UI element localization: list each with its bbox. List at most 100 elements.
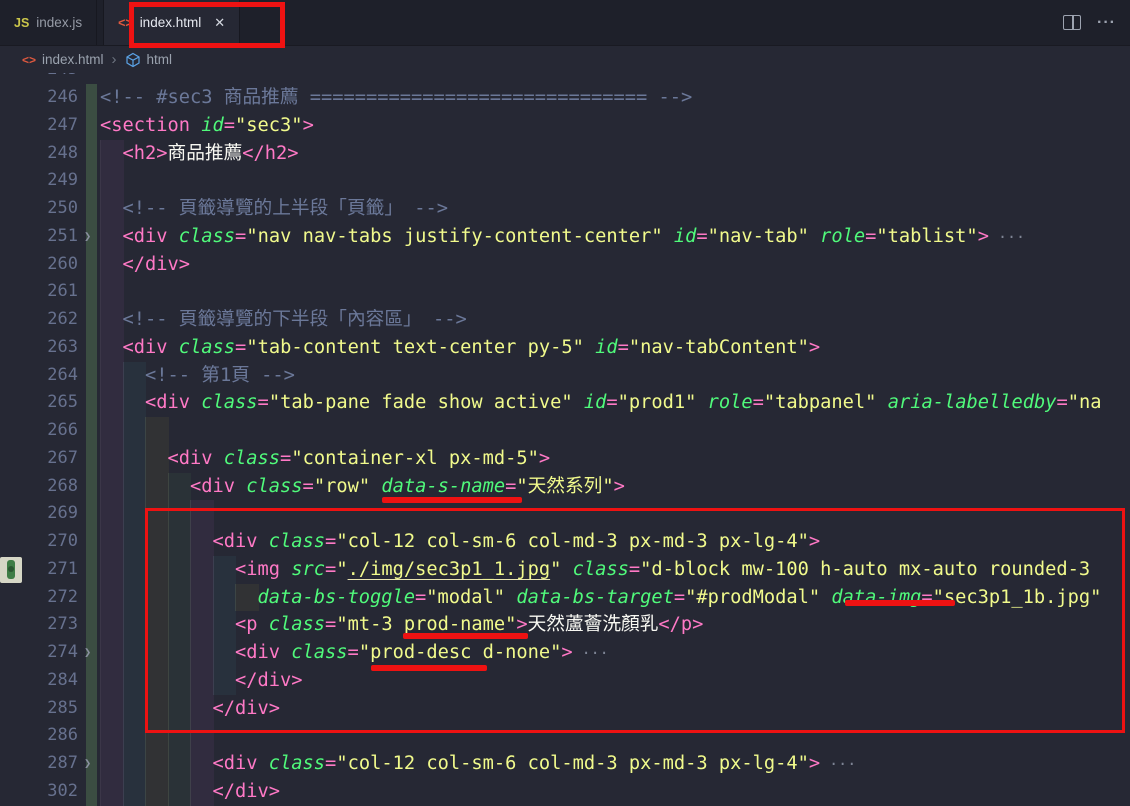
indent-guide xyxy=(100,584,124,612)
line-number[interactable]: 251 xyxy=(47,223,78,251)
line-number[interactable]: 265 xyxy=(47,389,78,417)
code-line[interactable]: 245 xyxy=(0,73,1130,84)
line-number[interactable]: 250 xyxy=(47,195,78,223)
code-line[interactable]: 284 </div> xyxy=(0,667,1130,695)
code-line[interactable]: 247<section id="sec3"> xyxy=(0,112,1130,140)
tab-index-html[interactable]: <> index.html ✕ xyxy=(103,0,240,45)
line-number[interactable]: 273 xyxy=(47,611,78,639)
code-line[interactable]: 262 <!-- 頁籤導覽的下半段「內容區」 --> xyxy=(0,306,1130,334)
line-number[interactable]: 263 xyxy=(47,334,78,362)
indent-guide xyxy=(168,556,192,584)
line-number[interactable]: 286 xyxy=(47,722,78,750)
editor-gutter[interactable]: 263 xyxy=(0,334,100,362)
indent-guide xyxy=(100,223,124,251)
code-editor[interactable]: 245246<!-- #sec3 商品推薦 ==================… xyxy=(0,73,1130,806)
editor-gutter[interactable]: 270 xyxy=(0,528,100,556)
indent-guide xyxy=(145,722,169,750)
code-line[interactable]: 268 <div class="row" data-s-name="天然系列"> xyxy=(0,473,1130,501)
editor-gutter[interactable]: 262 xyxy=(0,306,100,334)
code-line[interactable]: 267 <div class="container-xl px-md-5"> xyxy=(0,445,1130,473)
code-line[interactable]: 285 </div> xyxy=(0,695,1130,723)
indent-guide xyxy=(168,667,192,695)
editor-gutter[interactable]: 250 xyxy=(0,195,100,223)
editor-gutter[interactable]: 284 xyxy=(0,667,100,695)
code-line[interactable]: 250 <!-- 頁籤導覽的上半段「頁籤」 --> xyxy=(0,195,1130,223)
editor-gutter[interactable]: 267 xyxy=(0,445,100,473)
editor-gutter[interactable]: 264 xyxy=(0,362,100,390)
code-line[interactable]: 302 </div> xyxy=(0,778,1130,806)
code-line[interactable]: 264 <!-- 第1頁 --> xyxy=(0,362,1130,390)
line-number[interactable]: 284 xyxy=(47,667,78,695)
editor-gutter[interactable]: 249 xyxy=(0,167,100,195)
line-number[interactable]: 266 xyxy=(47,417,78,445)
editor-gutter[interactable]: 268 xyxy=(0,473,100,501)
code-text: <p class="mt-3 prod-name">天然蘆薈洗顏乳</p> xyxy=(100,611,703,639)
editor-gutter[interactable]: 272 xyxy=(0,584,100,612)
editor-gutter[interactable]: 260 xyxy=(0,251,100,279)
line-number[interactable]: 260 xyxy=(47,251,78,279)
code-line[interactable]: 271 <img src="./img/sec3p1_1.jpg" class=… xyxy=(0,556,1130,584)
editor-gutter[interactable]: 247 xyxy=(0,112,100,140)
code-line[interactable]: 266 xyxy=(0,417,1130,445)
code-line[interactable]: 261 xyxy=(0,278,1130,306)
close-icon[interactable]: ✕ xyxy=(214,15,225,31)
line-number[interactable]: 248 xyxy=(47,140,78,168)
line-number[interactable]: 262 xyxy=(47,306,78,334)
line-number[interactable]: 302 xyxy=(47,778,78,806)
line-number[interactable]: 245 xyxy=(47,73,78,84)
line-number[interactable]: 271 xyxy=(47,556,78,584)
breadcrumb-item-symbol[interactable]: html xyxy=(147,52,173,67)
line-number[interactable]: 249 xyxy=(47,167,78,195)
line-number[interactable]: 269 xyxy=(47,500,78,528)
code-line[interactable]: 251❯ <div class="nav nav-tabs justify-co… xyxy=(0,223,1130,251)
editor-gutter[interactable]: 245 xyxy=(0,73,100,84)
editor-gutter[interactable]: 285 xyxy=(0,695,100,723)
code-line[interactable]: 287❯ <div class="col-12 col-sm-6 col-md-… xyxy=(0,750,1130,778)
breadcrumb-item-file[interactable]: index.html xyxy=(42,52,104,67)
editor-gutter[interactable]: 302 xyxy=(0,778,100,806)
code-line[interactable]: 263 <div class="tab-content text-center … xyxy=(0,334,1130,362)
editor-gutter[interactable]: 273 xyxy=(0,611,100,639)
editor-gutter[interactable]: 251❯ xyxy=(0,223,100,251)
line-number[interactable]: 270 xyxy=(47,528,78,556)
code-line[interactable]: 270 <div class="col-12 col-sm-6 col-md-3… xyxy=(0,528,1130,556)
code-line[interactable]: 248 <h2>商品推薦</h2> xyxy=(0,140,1130,168)
line-number[interactable]: 267 xyxy=(47,445,78,473)
line-number[interactable]: 247 xyxy=(47,112,78,140)
code-line[interactable]: 249 xyxy=(0,167,1130,195)
code-line[interactable]: 265 <div class="tab-pane fade show activ… xyxy=(0,389,1130,417)
line-number[interactable]: 285 xyxy=(47,695,78,723)
line-number[interactable]: 272 xyxy=(47,584,78,612)
code-text: <div class="col-12 col-sm-6 col-md-3 px-… xyxy=(100,750,856,778)
editor-gutter[interactable]: 261 xyxy=(0,278,100,306)
fold-chevron-icon[interactable]: ❯ xyxy=(84,223,91,251)
editor-gutter[interactable]: 287❯ xyxy=(0,750,100,778)
git-added-indicator xyxy=(86,389,97,417)
line-number[interactable]: 261 xyxy=(47,278,78,306)
editor-gutter[interactable]: 248 xyxy=(0,140,100,168)
editor-gutter[interactable]: 271 xyxy=(0,556,100,584)
code-line[interactable]: 274❯ <div class="prod-desc d-none"> ··· xyxy=(0,639,1130,667)
editor-gutter[interactable]: 286 xyxy=(0,722,100,750)
tab-index-js[interactable]: JS index.js xyxy=(0,0,97,45)
editor-gutter[interactable]: 266 xyxy=(0,417,100,445)
line-number[interactable]: 246 xyxy=(47,84,78,112)
code-line[interactable]: 286 xyxy=(0,722,1130,750)
editor-gutter[interactable]: 265 xyxy=(0,389,100,417)
fold-chevron-icon[interactable]: ❯ xyxy=(84,750,91,778)
editor-gutter[interactable]: 269 xyxy=(0,500,100,528)
code-line[interactable]: 272 data-bs-toggle="modal" data-bs-targe… xyxy=(0,584,1130,612)
more-actions-icon[interactable]: ··· xyxy=(1097,18,1116,28)
line-number[interactable]: 264 xyxy=(47,362,78,390)
code-line[interactable]: 273 <p class="mt-3 prod-name">天然蘆薈洗顏乳</p… xyxy=(0,611,1130,639)
editor-gutter[interactable]: 274❯ xyxy=(0,639,100,667)
line-number[interactable]: 268 xyxy=(47,473,78,501)
code-line[interactable]: 246<!-- #sec3 商品推薦 =====================… xyxy=(0,84,1130,112)
code-line[interactable]: 269 xyxy=(0,500,1130,528)
line-number[interactable]: 274 xyxy=(47,639,78,667)
code-line[interactable]: 260 </div> xyxy=(0,251,1130,279)
split-editor-icon[interactable] xyxy=(1063,15,1081,30)
editor-gutter[interactable]: 246 xyxy=(0,84,100,112)
line-number[interactable]: 287 xyxy=(47,750,78,778)
fold-chevron-icon[interactable]: ❯ xyxy=(84,639,91,667)
